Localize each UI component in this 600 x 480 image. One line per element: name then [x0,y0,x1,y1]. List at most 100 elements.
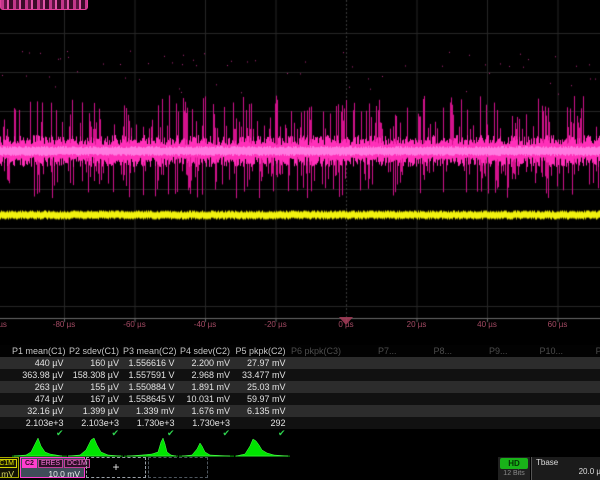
add-new-trace-button[interactable]: + [86,457,146,478]
measure-cell: 155 µV [68,381,124,393]
measure-param-header[interactable]: P9... [456,345,512,357]
measure-cell [512,405,568,417]
measure-cell [401,393,457,405]
measure-cell [512,369,568,381]
measure-cell: 158.308 µV [68,369,124,381]
measure-cell [290,417,346,429]
hd-mode-button[interactable]: HD [500,458,528,469]
channel-c2-descriptor[interactable]: C2 ERES DC1M 10.0 mV [20,457,85,478]
c2-eres-badge: ERES [38,459,63,468]
oscilloscope-screen: -100 µs-80 µs-60 µs-40 µs-20 µs0 µs20 µs… [0,0,600,480]
parameter-histicons [0,437,600,457]
time-axis-label: 40 µs [477,320,497,329]
measure-cell: 167 µV [68,393,124,405]
histicon-P3[interactable] [124,438,178,457]
measure-cell: 1.399 µV [68,405,124,417]
measure-cell [512,381,568,393]
measure-cell: 1.557591 V [123,369,179,381]
measure-cell [456,357,512,369]
measure-param-header[interactable]: P1 mean(C1) [12,345,68,357]
c1-vertical-scale: 10.0 mV [0,468,18,479]
measure-cell [290,357,346,369]
measure-row-value: 440 µV160 µV1.556616 V2.200 mV27.97 mV [0,357,600,369]
measure-cell [567,393,600,405]
measure-cell: 59.97 mV [234,393,290,405]
measure-cell [345,369,401,381]
measure-cell [512,393,568,405]
time-axis-label: 60 µs [548,320,568,329]
measure-cell: 160 µV [68,357,124,369]
measure-cell: 1.730e+3 [123,417,179,429]
measure-cell: 1.558645 V [123,393,179,405]
c2-vertical-scale: 10.0 mV [21,468,84,479]
measure-cell [567,381,600,393]
measure-cell [345,405,401,417]
measure-cell [401,417,457,429]
time-axis-label: -100 µs [0,320,7,329]
measure-row-mean: 363.98 µV158.308 µV1.557591 V2.968 mV33.… [0,369,600,381]
measure-cell [290,393,346,405]
measure-cell [567,405,600,417]
measure-cell [456,405,512,417]
measure-cell: 1.556616 V [123,357,179,369]
histicon-P4[interactable] [179,443,234,457]
measure-row-sdev: 32.16 µV1.399 µV1.339 mV1.676 mV6.135 mV [0,405,600,417]
time-axis: -100 µs-80 µs-60 µs-40 µs-20 µs0 µs20 µs… [0,320,600,333]
measure-cell: 440 µV [12,357,68,369]
clipped-annotation-fragment [0,0,88,10]
measure-cell [567,417,600,429]
measure-cell: 2.103e+3 [68,417,124,429]
hd-bits-label: 12 Bits [498,469,530,478]
measure-param-header[interactable]: P10... [512,345,568,357]
measure-cell: 1.730e+3 [179,417,235,429]
measure-param-header[interactable]: P4 sdev(C2) [179,345,235,357]
measure-row-min: 263 µV155 µV1.550884 V1.891 mV25.03 mV [0,381,600,393]
measure-cell: 32.16 µV [12,405,68,417]
measure-cell: 33.477 mV [234,369,290,381]
descriptor-strip: DC1M 10.0 mV C2 ERES DC1M 10.0 mV + HD 1… [0,457,600,480]
plus-icon: + [112,460,119,474]
hd-mode-panel: HD 12 Bits [498,457,530,480]
time-axis-label: 20 µs [407,320,427,329]
measure-cell: 2.200 mV [179,357,235,369]
c1-coupling-badge: DC1M [0,459,17,468]
channel-c1-descriptor[interactable]: DC1M 10.0 mV [0,457,19,478]
measure-cell [567,357,600,369]
measure-cell: 1.550884 V [123,381,179,393]
measure-cell [290,369,346,381]
trigger-position-marker[interactable] [339,317,353,325]
add-new-trace-slot[interactable] [148,457,208,478]
measure-param-header[interactable]: P6 pkpk(C3) [290,345,346,357]
c2-channel-badge: C2 [22,459,37,468]
measure-cell [290,405,346,417]
measure-cell [456,381,512,393]
measure-cell: 1.891 mV [179,381,235,393]
measure-cell [401,369,457,381]
time-axis-label: -40 µs [194,320,216,329]
measure-param-header[interactable]: P8... [401,345,457,357]
measure-cell: 363.98 µV [12,369,68,381]
timebase-label: Tbase [532,457,600,467]
measure-cell: 292 [234,417,290,429]
measure-cell: 474 µV [12,393,68,405]
measure-cell [456,369,512,381]
measure-cell [512,417,568,429]
measure-cell: 1.676 mV [179,405,235,417]
measure-param-header[interactable]: P7... [345,345,401,357]
measure-cell [512,357,568,369]
measure-cell: 6.135 mV [234,405,290,417]
measure-param-header[interactable]: P5 pkpk(C2) [234,345,290,357]
measure-param-header[interactable]: P2 sdev(C1) [68,345,124,357]
measure-cell [345,393,401,405]
histicon-P5[interactable] [235,439,290,457]
measure-cell: 27.97 mV [234,357,290,369]
histicon-P2[interactable] [68,438,123,457]
measure-cell: 25.03 mV [234,381,290,393]
histicon-P1[interactable] [12,438,67,457]
measure-param-header[interactable]: P11... [567,345,600,357]
measure-cell [345,417,401,429]
measure-cell [456,393,512,405]
timebase-descriptor[interactable]: Tbase 20.0 µs [531,457,600,480]
measure-cell [401,405,457,417]
measure-param-header[interactable]: P3 mean(C2) [123,345,179,357]
